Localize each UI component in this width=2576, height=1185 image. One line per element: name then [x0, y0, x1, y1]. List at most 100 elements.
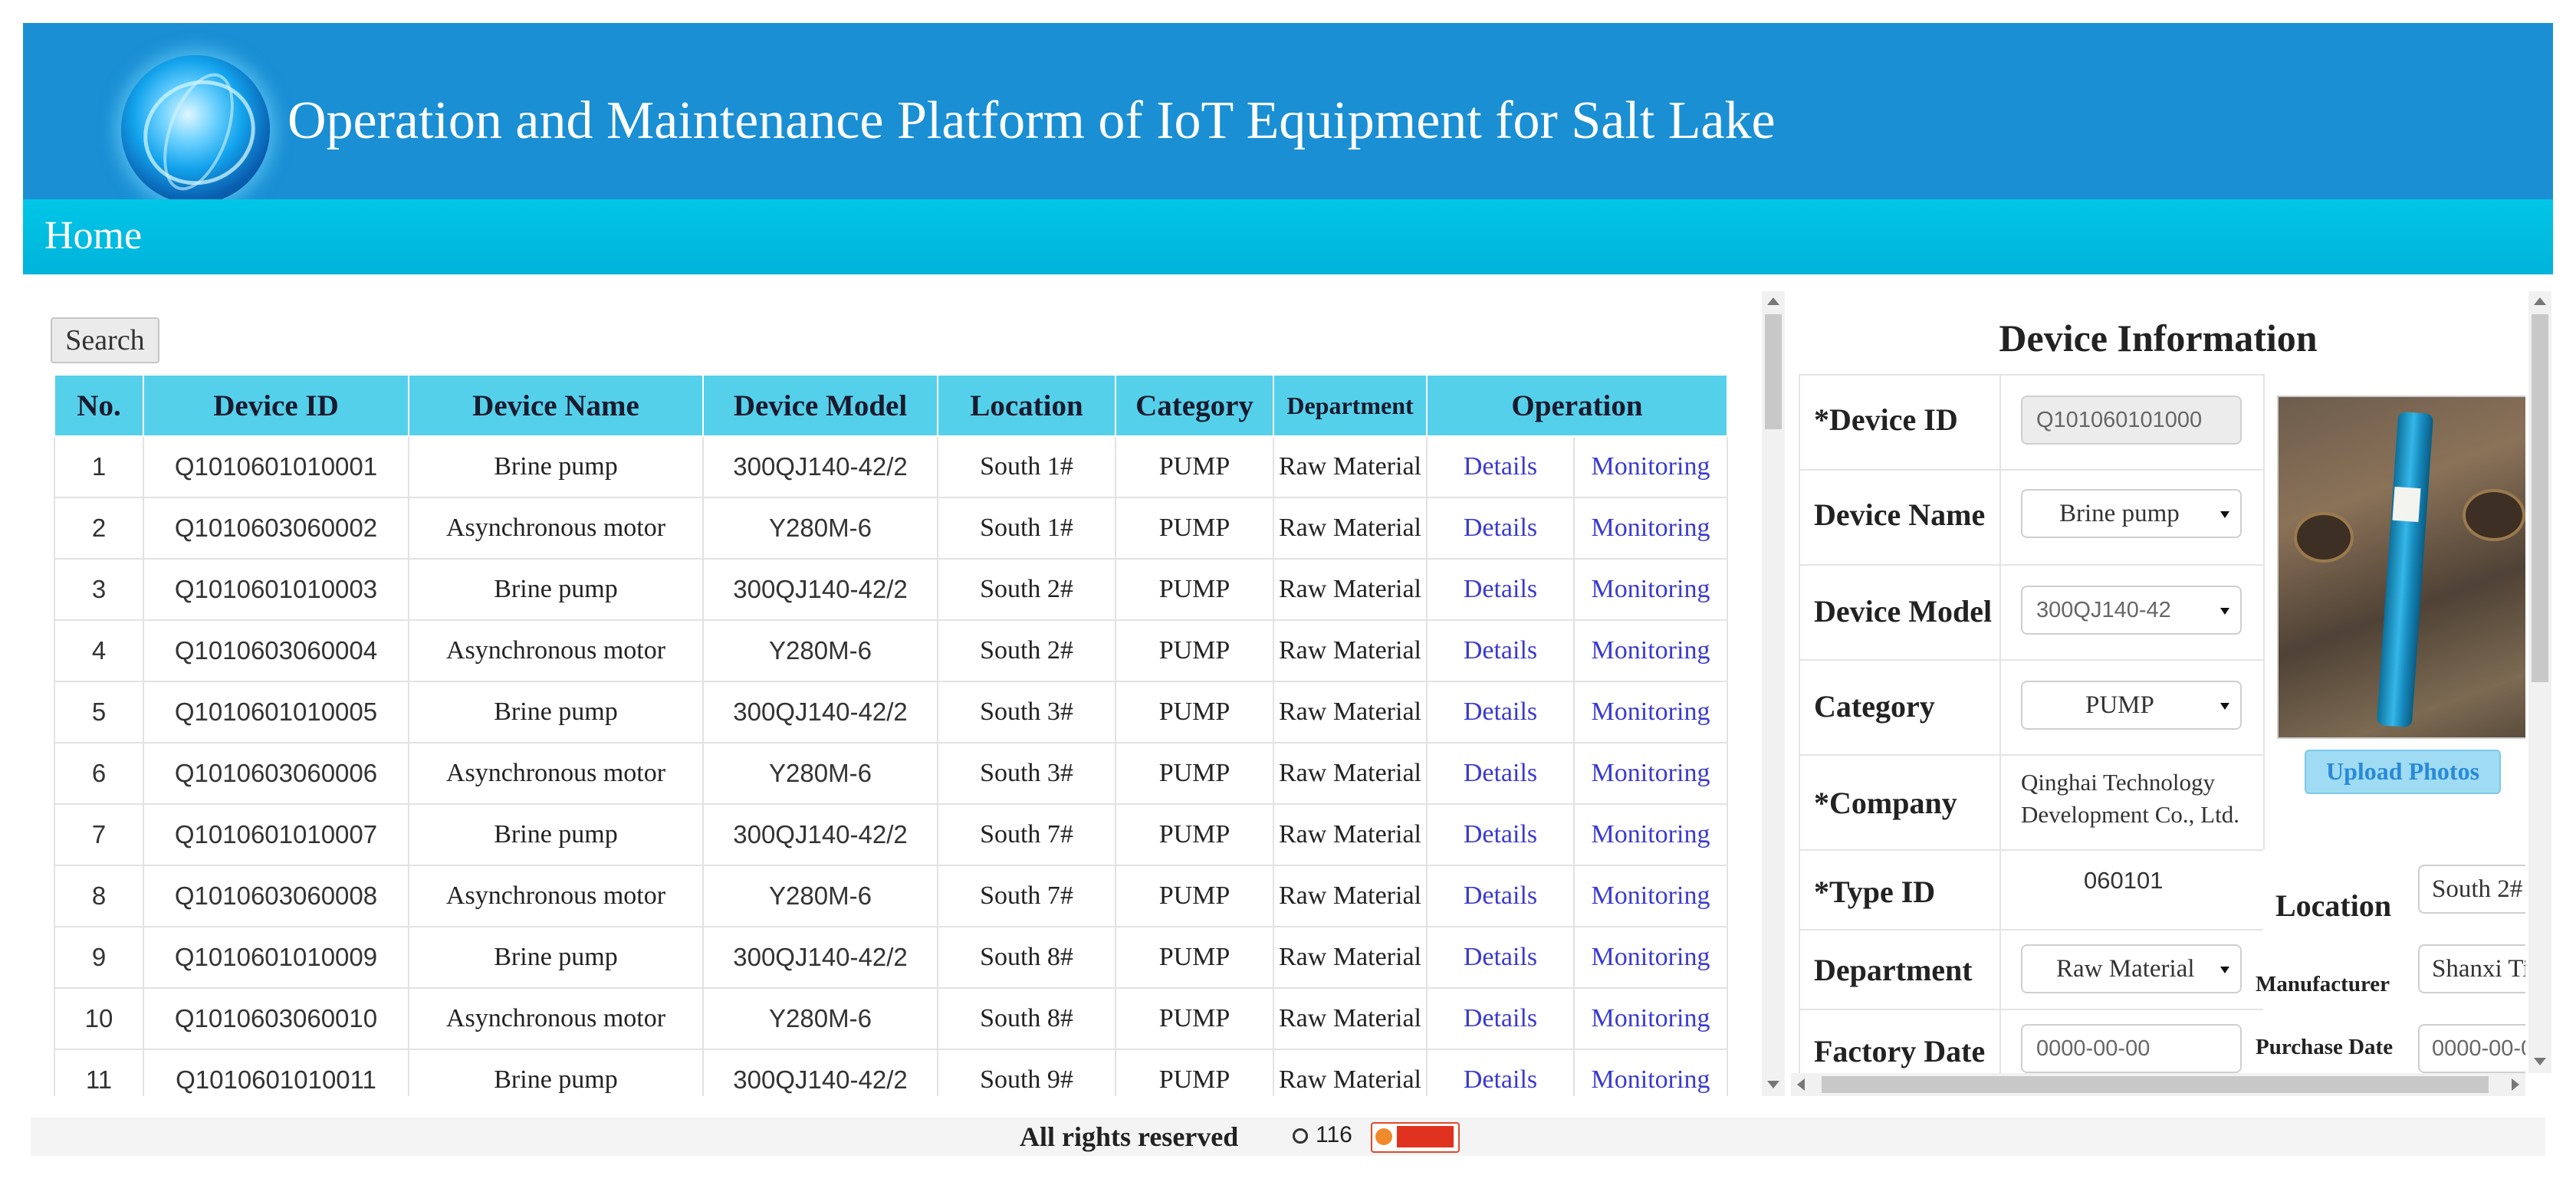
cell-no: 5 — [54, 681, 144, 743]
cell-device-model: Y280M-6 — [702, 742, 938, 805]
cell-device-model: 300QJ140-42/2 — [702, 926, 938, 989]
cell-device-name: Brine pump — [408, 435, 704, 498]
cell-device-id: Q1010603060010 — [143, 987, 409, 1050]
factory-date-field[interactable]: 0000-00-00 — [2021, 1024, 2242, 1073]
header-device-id: Device ID — [143, 374, 409, 437]
scrollbar-thumb[interactable] — [1822, 1076, 2489, 1093]
details-link[interactable]: Details — [1426, 865, 1575, 927]
form-divider — [1799, 469, 2263, 471]
monitoring-link[interactable]: Monitoring — [1572, 681, 1729, 743]
cell-device-id: Q1010601010011 — [143, 1049, 409, 1096]
table-vertical-scrollbar[interactable] — [1762, 291, 1785, 1096]
device-name-select[interactable]: Brine pump — [2021, 489, 2242, 538]
device-name-label: Device Name — [1814, 497, 1986, 532]
details-link[interactable]: Details — [1426, 803, 1575, 866]
cell-device-id: Q1010603060002 — [143, 497, 409, 560]
monitoring-link[interactable]: Monitoring — [1572, 926, 1729, 989]
table-row: 3 Q1010601010003 Brine pump 300QJ140-42/2 So… — [54, 558, 1729, 621]
monitoring-link[interactable]: Monitoring — [1572, 742, 1729, 805]
purchase-date-field[interactable]: 0000-00-0 — [2418, 1024, 2525, 1073]
factory-date-label: Factory Date — [1814, 1034, 1986, 1068]
details-link[interactable]: Details — [1426, 558, 1575, 621]
cell-no: 9 — [54, 926, 144, 989]
cell-category: PUMP — [1115, 987, 1274, 1050]
device-info-panel: Device Information *Device ID Q101060101… — [1791, 291, 2525, 1073]
table-row: 6 Q1010603060006 Asynchronous motor Y280M-6… — [54, 742, 1729, 805]
scroll-up-arrow-icon[interactable] — [1767, 297, 1779, 305]
cell-device-model: Y280M-6 — [702, 497, 938, 560]
device-id-field[interactable]: Q101060101000 — [2021, 396, 2242, 445]
scroll-down-arrow-icon[interactable] — [2534, 1058, 2546, 1065]
form-divider — [1799, 754, 2263, 756]
cell-location: South 3# — [937, 742, 1116, 805]
table-row: 1 Q1010601010001 Brine pump 300QJ140-42/2 So… — [54, 435, 1729, 498]
header-device-name: Device Name — [408, 374, 704, 437]
info-vertical-scrollbar[interactable] — [2528, 291, 2551, 1073]
monitoring-link[interactable]: Monitoring — [1572, 987, 1729, 1050]
header-no: No. — [54, 374, 144, 437]
page-footer: All rights reserved 116 — [31, 1118, 2545, 1156]
details-link[interactable]: Details — [1426, 497, 1575, 560]
header-location: Location — [937, 374, 1116, 437]
cell-device-model: Y280M-6 — [702, 619, 938, 682]
monitoring-link[interactable]: Monitoring — [1572, 558, 1729, 621]
location-select[interactable]: South 2# — [2418, 865, 2525, 914]
department-select[interactable]: Raw Material — [2021, 944, 2242, 993]
details-link[interactable]: Details — [1426, 681, 1575, 743]
monitoring-link[interactable]: Monitoring — [1572, 497, 1729, 560]
type-id-label: *Type ID — [1814, 875, 1936, 909]
details-link[interactable]: Details — [1426, 987, 1575, 1050]
details-link[interactable]: Details — [1426, 926, 1575, 989]
scroll-right-arrow-icon[interactable] — [2512, 1078, 2519, 1091]
details-link[interactable]: Details — [1426, 1049, 1575, 1096]
table-row: 4 Q1010603060004 Asynchronous motor Y280M-6… — [54, 619, 1729, 682]
scroll-down-arrow-icon[interactable] — [1767, 1081, 1779, 1088]
category-label: Category — [1814, 689, 1935, 724]
search-button[interactable]: Search — [51, 317, 159, 363]
form-divider — [1799, 659, 2263, 661]
cell-no: 7 — [54, 803, 144, 866]
monitoring-link[interactable]: Monitoring — [1572, 865, 1729, 927]
device-info-form: *Device ID Q101060101000 Device Name Bri… — [1799, 374, 2525, 1073]
table-row: 8 Q1010603060008 Asynchronous motor Y280M-6… — [54, 865, 1729, 927]
details-link[interactable]: Details — [1426, 619, 1575, 682]
cell-device-name: Brine pump — [408, 926, 704, 989]
table-row: 5 Q1010601010005 Brine pump 300QJ140-42/2 So… — [54, 681, 1729, 743]
info-horizontal-scrollbar[interactable] — [1791, 1073, 2525, 1096]
details-link[interactable]: Details — [1426, 435, 1575, 498]
form-divider — [1799, 374, 2263, 376]
cell-device-name: Asynchronous motor — [408, 865, 704, 927]
device-model-select[interactable]: 300QJ140-42 — [2021, 586, 2242, 635]
location-label: Location — [2275, 888, 2392, 923]
purchase-date-label: Purchase Date — [2256, 1035, 2394, 1059]
device-photo — [2277, 396, 2525, 739]
form-divider — [1799, 929, 2263, 931]
upload-photos-button[interactable]: Upload Photos — [2305, 750, 2501, 794]
scrollbar-thumb[interactable] — [1765, 314, 1782, 429]
monitoring-link[interactable]: Monitoring — [1572, 1049, 1729, 1096]
monitoring-link[interactable]: Monitoring — [1572, 803, 1729, 866]
scrollbar-thumb[interactable] — [2532, 314, 2548, 682]
manufacturer-field[interactable]: Shanxi Tian — [2418, 944, 2525, 993]
cell-no: 6 — [54, 742, 144, 805]
cell-department: Raw Material — [1273, 435, 1428, 498]
scroll-up-arrow-icon[interactable] — [2534, 297, 2546, 305]
pump-tag — [2392, 486, 2421, 523]
device-model-label: Device Model — [1814, 594, 1993, 629]
cell-department: Raw Material — [1273, 865, 1428, 927]
cell-no: 10 — [54, 987, 144, 1050]
cell-category: PUMP — [1115, 435, 1274, 498]
monitoring-link[interactable]: Monitoring — [1572, 435, 1729, 498]
scroll-left-arrow-icon[interactable] — [1797, 1078, 1805, 1091]
monitoring-link[interactable]: Monitoring — [1572, 619, 1729, 682]
details-link[interactable]: Details — [1426, 742, 1575, 805]
cell-category: PUMP — [1115, 865, 1274, 927]
company-value-line1: Qinghai Technology — [2021, 769, 2215, 796]
cell-category: PUMP — [1115, 926, 1274, 989]
site-badge-icon[interactable] — [1371, 1122, 1460, 1153]
device-list-panel: Search No. Device ID Device Name Device … — [0, 0, 1734, 1096]
category-select[interactable]: PUMP — [2021, 681, 2242, 730]
chevron-down-icon — [2220, 967, 2229, 973]
header-device-model: Device Model — [702, 374, 938, 437]
footer-copyright: All rights reserved — [1020, 1121, 1239, 1152]
